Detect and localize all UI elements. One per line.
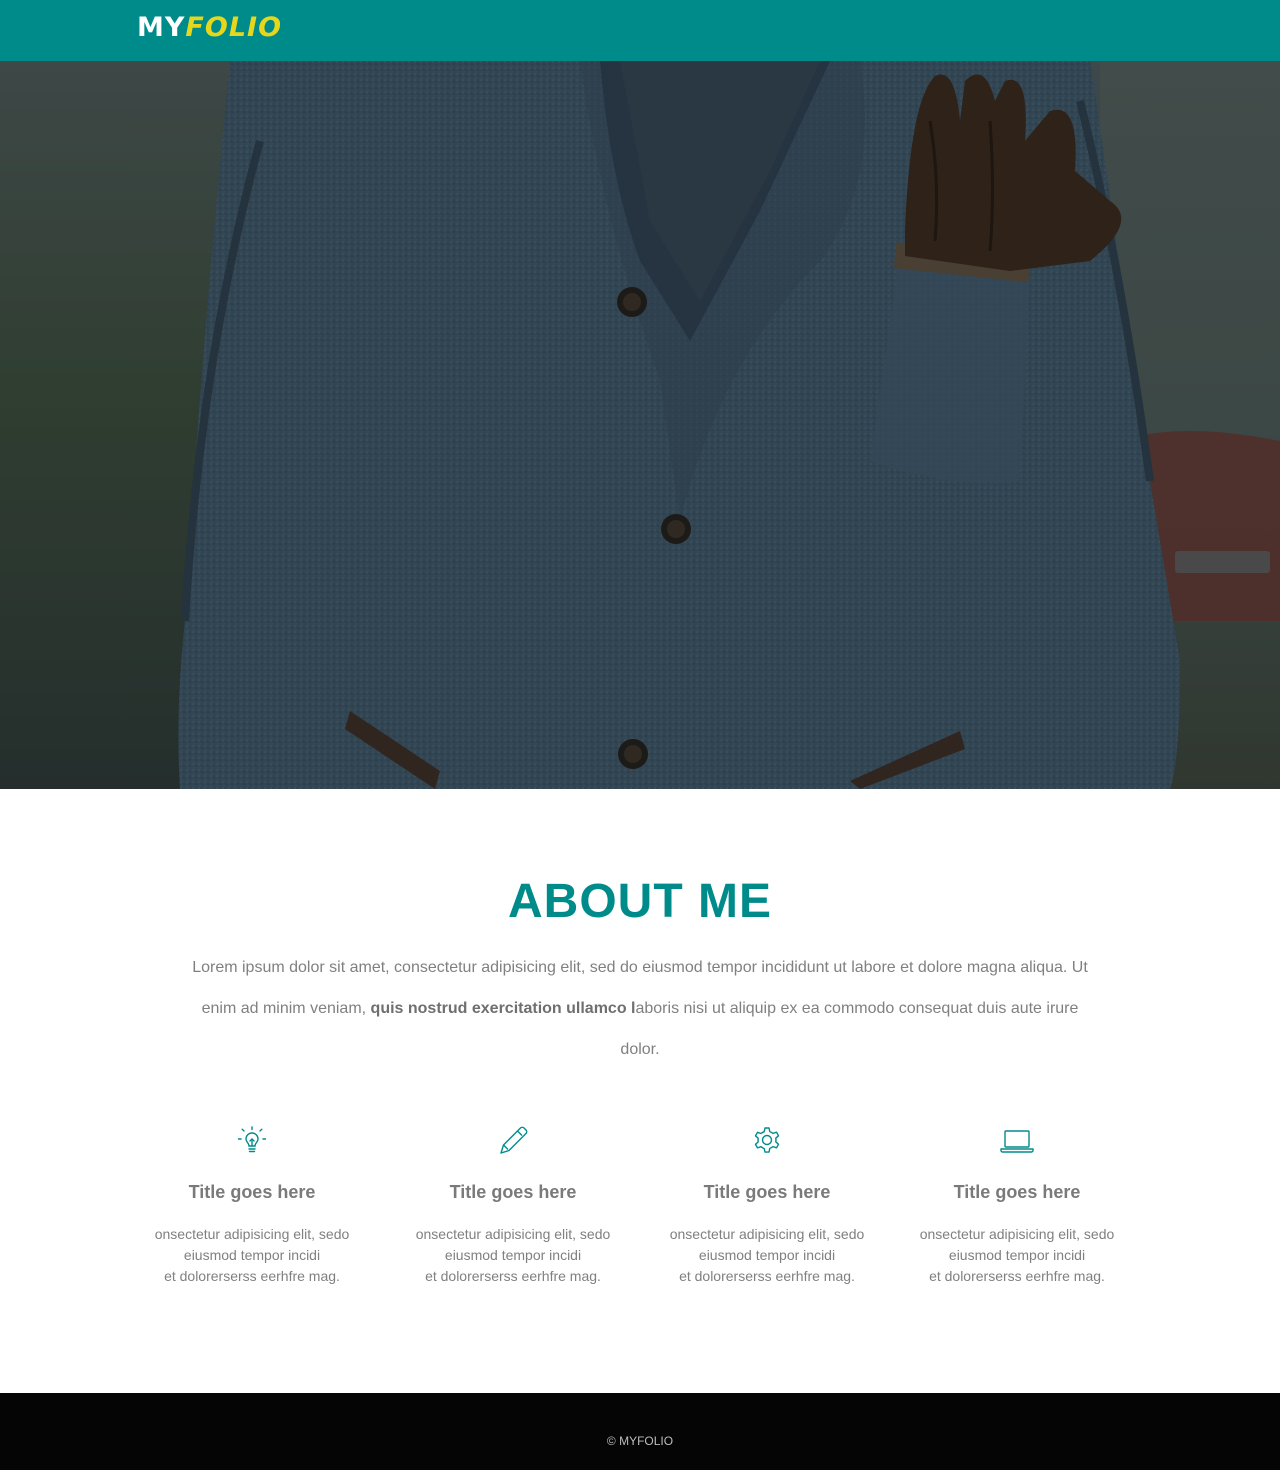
feature-line: onsectetur adipisicing elit, sedo bbox=[154, 1226, 350, 1242]
top-navbar: MYFOLIO bbox=[0, 0, 1280, 61]
hero-photo bbox=[0, 61, 1280, 789]
feature-title: Title goes here bbox=[953, 1182, 1081, 1202]
lightbulb-icon bbox=[237, 1126, 267, 1153]
feature-line: et dolorerserss eerhfre mag. bbox=[425, 1268, 601, 1284]
feature-description: onsectetur adipisicing elit, sedo eiusmod… bbox=[647, 1224, 887, 1287]
about-text: Lorem ipsum dolor sit amet, consectetur … bbox=[180, 947, 1100, 1070]
feature-card: Title goes here onsectetur adipisicing e… bbox=[647, 1120, 887, 1287]
feature-line: eiusmod tempor incidi bbox=[444, 1247, 582, 1263]
feature-line: onsectetur adipisicing elit, sedo bbox=[415, 1226, 611, 1242]
site-logo[interactable]: MYFOLIO bbox=[137, 10, 282, 50]
footer: © MYFOLIO bbox=[0, 1393, 1280, 1470]
feature-line: et dolorerserss eerhfre mag. bbox=[164, 1268, 340, 1284]
feature-description: onsectetur adipisicing elit, sedo eiusmod… bbox=[132, 1224, 372, 1287]
pencil-icon bbox=[500, 1126, 528, 1154]
feature-title: Title goes here bbox=[449, 1182, 577, 1202]
feature-line: et dolorerserss eerhfre mag. bbox=[679, 1268, 855, 1284]
about-text-bold: quis nostrud exercitation ullamco l bbox=[370, 1000, 636, 1017]
feature-card: Title goes here onsectetur adipisicing e… bbox=[393, 1120, 633, 1287]
about-text-part2: aboris nisi ut aliquip ex ea commodo con… bbox=[620, 1000, 1079, 1058]
feature-description: onsectetur adipisicing elit, sedo eiusmod… bbox=[897, 1224, 1137, 1287]
about-title: ABOUT ME bbox=[508, 875, 772, 928]
feature-line: eiusmod tempor incidi bbox=[948, 1247, 1086, 1263]
feature-line: et dolorerserss eerhfre mag. bbox=[929, 1268, 1105, 1284]
logo-part-my: MY bbox=[137, 12, 186, 43]
feature-title: Title goes here bbox=[703, 1182, 831, 1202]
copyright-text: © MYFOLIO bbox=[606, 1434, 674, 1448]
gear-icon bbox=[754, 1127, 780, 1153]
feature-card: Title goes here onsectetur adipisicing e… bbox=[132, 1120, 372, 1287]
feature-line: onsectetur adipisicing elit, sedo bbox=[919, 1226, 1115, 1242]
feature-line: onsectetur adipisicing elit, sedo bbox=[669, 1226, 865, 1242]
laptop-icon bbox=[1000, 1130, 1034, 1153]
features-row: Title goes here onsectetur adipisicing e… bbox=[0, 1120, 1280, 1320]
feature-card: Title goes here onsectetur adipisicing e… bbox=[897, 1120, 1137, 1287]
hero-image bbox=[0, 61, 1280, 789]
logo-part-folio: FOLIO bbox=[185, 12, 283, 43]
feature-description: onsectetur adipisicing elit, sedo eiusmod… bbox=[393, 1224, 633, 1287]
feature-title: Title goes here bbox=[188, 1182, 316, 1202]
feature-line: eiusmod tempor incidi bbox=[183, 1247, 321, 1263]
feature-line: eiusmod tempor incidi bbox=[698, 1247, 836, 1263]
